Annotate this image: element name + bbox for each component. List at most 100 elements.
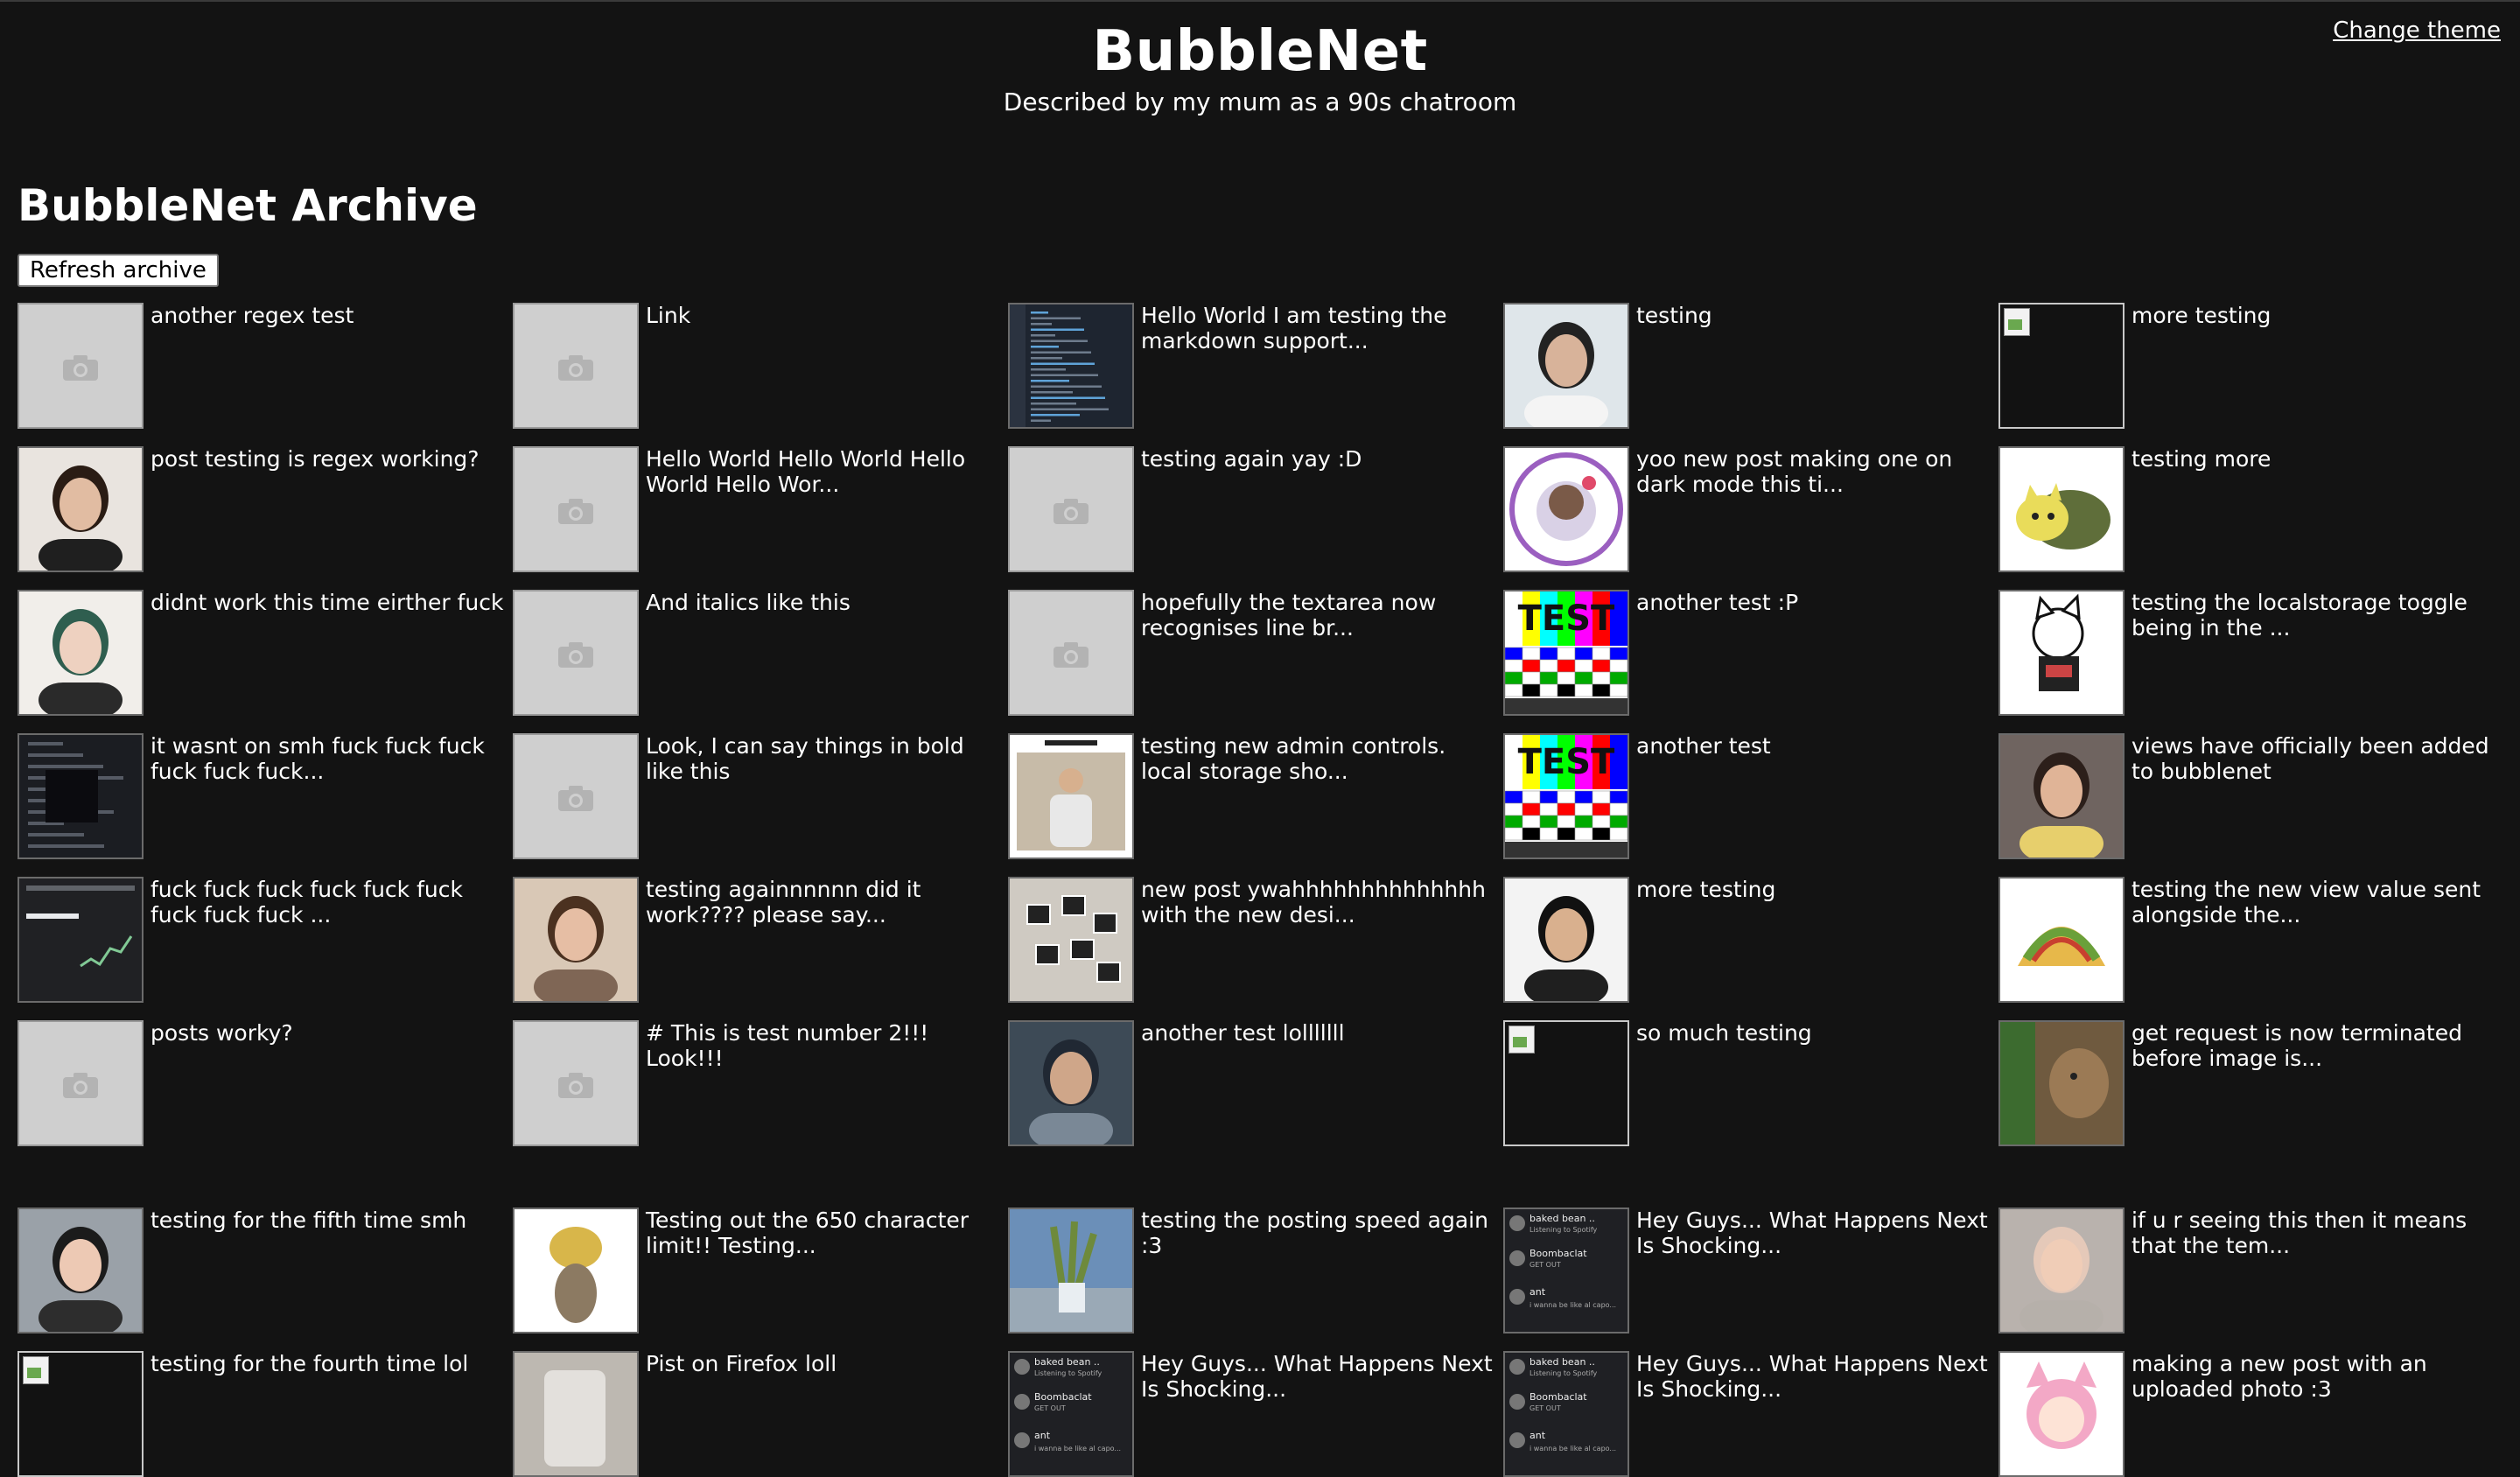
post-text[interactable]: another test <box>1636 733 1995 759</box>
post-text[interactable]: post testing is regex working? <box>150 446 509 472</box>
post-text[interactable]: didnt work this time eirther fuck <box>150 590 509 615</box>
post-item[interactable]: # This is test number 2!!! Look!!! <box>513 1020 1003 1146</box>
post-thumbnail-spotify-screenshot[interactable]: baked bean .. Listening to Spotify Boombac… <box>1503 1208 1629 1334</box>
post-text[interactable]: testing the localstorage toggle being in… <box>2132 590 2490 640</box>
post-item[interactable]: more testing <box>1503 877 1993 1003</box>
post-thumbnail-turtle-cat-sticker[interactable] <box>1998 446 2124 572</box>
post-thumbnail-plant-photo[interactable] <box>1008 1208 1134 1334</box>
post-thumbnail-bag-photo[interactable] <box>513 1351 639 1477</box>
post-thumbnail-test-card[interactable]: TEST <box>1503 590 1629 716</box>
post-text[interactable]: another test :P <box>1636 590 1995 615</box>
post-text[interactable]: more testing <box>2132 303 2490 328</box>
post-thumbnail-spotify-screenshot[interactable]: baked bean .. Listening to Spotify Boombac… <box>1008 1351 1134 1477</box>
post-item[interactable]: testing new admin controls. local storag… <box>1008 733 1498 859</box>
post-item[interactable]: Hello World I am testing the markdown su… <box>1008 303 1498 429</box>
post-text[interactable]: Hey Guys... What Happens Next Is Shockin… <box>1636 1208 1995 1258</box>
post-thumbnail-finance-screenshot[interactable] <box>18 877 144 1003</box>
post-thumbnail-cat-photo[interactable] <box>1998 1020 2124 1146</box>
post-text[interactable]: testing more <box>2132 446 2490 472</box>
post-text[interactable]: And italics like this <box>646 590 1004 615</box>
post-thumbnail-selfie-photo[interactable] <box>18 1208 144 1334</box>
post-text[interactable]: hopefully the textarea now recognises li… <box>1141 590 1500 640</box>
post-item[interactable]: TEST another test <box>1503 733 1993 859</box>
post-text[interactable]: so much testing <box>1636 1020 1995 1046</box>
post-text[interactable]: another test lolllllll <box>1141 1020 1500 1046</box>
post-item[interactable]: baked bean .. Listening to Spotify Boombac… <box>1008 1351 1498 1477</box>
post-thumbnail-cat-drawing[interactable] <box>1998 590 2124 716</box>
post-text[interactable]: testing for the fourth time lol <box>150 1351 509 1376</box>
post-text[interactable]: Hey Guys... What Happens Next Is Shockin… <box>1141 1351 1500 1402</box>
post-item[interactable]: new post ywahhhhhhhhhhhhhh with the new … <box>1008 877 1498 1003</box>
post-item[interactable]: more testing <box>1998 303 2488 429</box>
post-thumbnail-glasses-photo[interactable] <box>1998 1208 2124 1334</box>
post-item[interactable]: Look, I can say things in bold like this <box>513 733 1003 859</box>
post-item[interactable]: hopefully the textarea now recognises li… <box>1008 590 1498 716</box>
refresh-archive-button[interactable]: Refresh archive <box>18 254 219 287</box>
post-text[interactable]: Look, I can say things in bold like this <box>646 733 1004 784</box>
post-item[interactable]: making a new post with an uploaded photo… <box>1998 1351 2488 1477</box>
post-item[interactable]: And italics like this <box>513 590 1003 716</box>
post-thumbnail-placeholder[interactable] <box>1008 590 1134 716</box>
post-thumbnail-placeholder[interactable] <box>513 446 639 572</box>
post-item[interactable]: testing <box>1503 303 1993 429</box>
post-item[interactable]: testing the new view value sent alongsid… <box>1998 877 2488 1003</box>
post-text[interactable]: fuck fuck fuck fuck fuck fuck fuck fuck … <box>150 877 509 928</box>
post-text[interactable]: Hello World I am testing the markdown su… <box>1141 303 1500 354</box>
post-text[interactable]: new post ywahhhhhhhhhhhhhh with the new … <box>1141 877 1500 928</box>
post-text[interactable]: making a new post with an uploaded photo… <box>2132 1351 2490 1402</box>
post-thumbnail-anime-image[interactable] <box>1998 1351 2124 1477</box>
post-item[interactable]: if u r seeing this then it means that th… <box>1998 1208 2488 1334</box>
post-item[interactable]: it wasnt on smh fuck fuck fuck fuck fuck… <box>18 733 508 859</box>
post-text[interactable]: another regex test <box>150 303 509 328</box>
post-item[interactable]: Link <box>513 303 1003 429</box>
post-thumbnail-green-hair-photo[interactable] <box>18 590 144 716</box>
post-thumbnail-code-screenshot[interactable] <box>1008 303 1134 429</box>
post-thumbnail-placeholder[interactable] <box>513 590 639 716</box>
post-text[interactable]: yoo new post making one on dark mode thi… <box>1636 446 1995 497</box>
post-item[interactable]: testing for the fifth time smh <box>18 1208 508 1334</box>
post-item[interactable]: post testing is regex working? <box>18 446 508 572</box>
post-text[interactable]: Hey Guys... What Happens Next Is Shockin… <box>1636 1351 1995 1402</box>
post-item[interactable]: testing more <box>1998 446 2488 572</box>
post-item[interactable]: testing for the fourth time lol <box>18 1351 508 1477</box>
post-text[interactable]: testing againnnnnn did it work???? pleas… <box>646 877 1004 928</box>
post-item[interactable]: get request is now terminated before ima… <box>1998 1020 2488 1146</box>
post-thumbnail-placeholder[interactable] <box>513 1020 639 1146</box>
post-text[interactable]: Link <box>646 303 1004 328</box>
post-text[interactable]: testing new admin controls. local storag… <box>1141 733 1500 784</box>
post-item[interactable]: so much testing <box>1503 1020 1993 1146</box>
post-item[interactable]: Hello World Hello World Hello World Hell… <box>513 446 1003 572</box>
post-item[interactable]: testing againnnnnn did it work???? pleas… <box>513 877 1003 1003</box>
post-thumbnail-man-pose-photo[interactable] <box>1503 877 1629 1003</box>
post-thumbnail-placeholder[interactable] <box>18 303 144 429</box>
post-item[interactable]: fuck fuck fuck fuck fuck fuck fuck fuck … <box>18 877 508 1003</box>
post-text[interactable]: testing for the fifth time smh <box>150 1208 509 1233</box>
post-thumbnail-dark-chat-screenshot[interactable] <box>18 733 144 859</box>
post-text[interactable]: views have officially been added to bubb… <box>2132 733 2490 784</box>
post-thumbnail-placeholder[interactable] <box>513 733 639 859</box>
post-text[interactable]: # This is test number 2!!! Look!!! <box>646 1020 1004 1071</box>
post-text[interactable]: it wasnt on smh fuck fuck fuck fuck fuck… <box>150 733 509 784</box>
post-thumbnail-broken[interactable] <box>18 1351 144 1477</box>
post-thumbnail-shush-photo[interactable] <box>513 877 639 1003</box>
post-text[interactable]: testing the new view value sent alongsid… <box>2132 877 2490 928</box>
post-item[interactable]: testing the posting speed again :3 <box>1008 1208 1498 1334</box>
post-thumbnail-approved-sticker[interactable] <box>1503 446 1629 572</box>
post-thumbnail-placeholder[interactable] <box>1008 446 1134 572</box>
post-text[interactable]: testing again yay :D <box>1141 446 1500 472</box>
post-thumbnail-guy-standing-photo[interactable] <box>1008 733 1134 859</box>
post-item[interactable]: another regex test <box>18 303 508 429</box>
post-text[interactable]: get request is now terminated before ima… <box>2132 1020 2490 1071</box>
post-thumbnail-cards-photo[interactable] <box>1008 877 1134 1003</box>
post-thumbnail-portrait-photo[interactable] <box>18 446 144 572</box>
post-thumbnail-spotify-screenshot[interactable]: baked bean .. Listening to Spotify Boombac… <box>1503 1351 1629 1477</box>
post-text[interactable]: more testing <box>1636 877 1995 902</box>
post-item[interactable]: another test lolllllll <box>1008 1020 1498 1146</box>
post-item[interactable]: TEST another test :P <box>1503 590 1993 716</box>
post-item[interactable]: posts worky? <box>18 1020 508 1146</box>
post-text[interactable]: Hello World Hello World Hello World Hell… <box>646 446 1004 497</box>
post-item[interactable]: Pist on Firefox loll <box>513 1351 1003 1477</box>
post-item[interactable]: baked bean .. Listening to Spotify Boombac… <box>1503 1208 1993 1334</box>
post-thumbnail-broken[interactable] <box>1998 303 2124 429</box>
post-thumbnail-taco-image[interactable] <box>1998 877 2124 1003</box>
